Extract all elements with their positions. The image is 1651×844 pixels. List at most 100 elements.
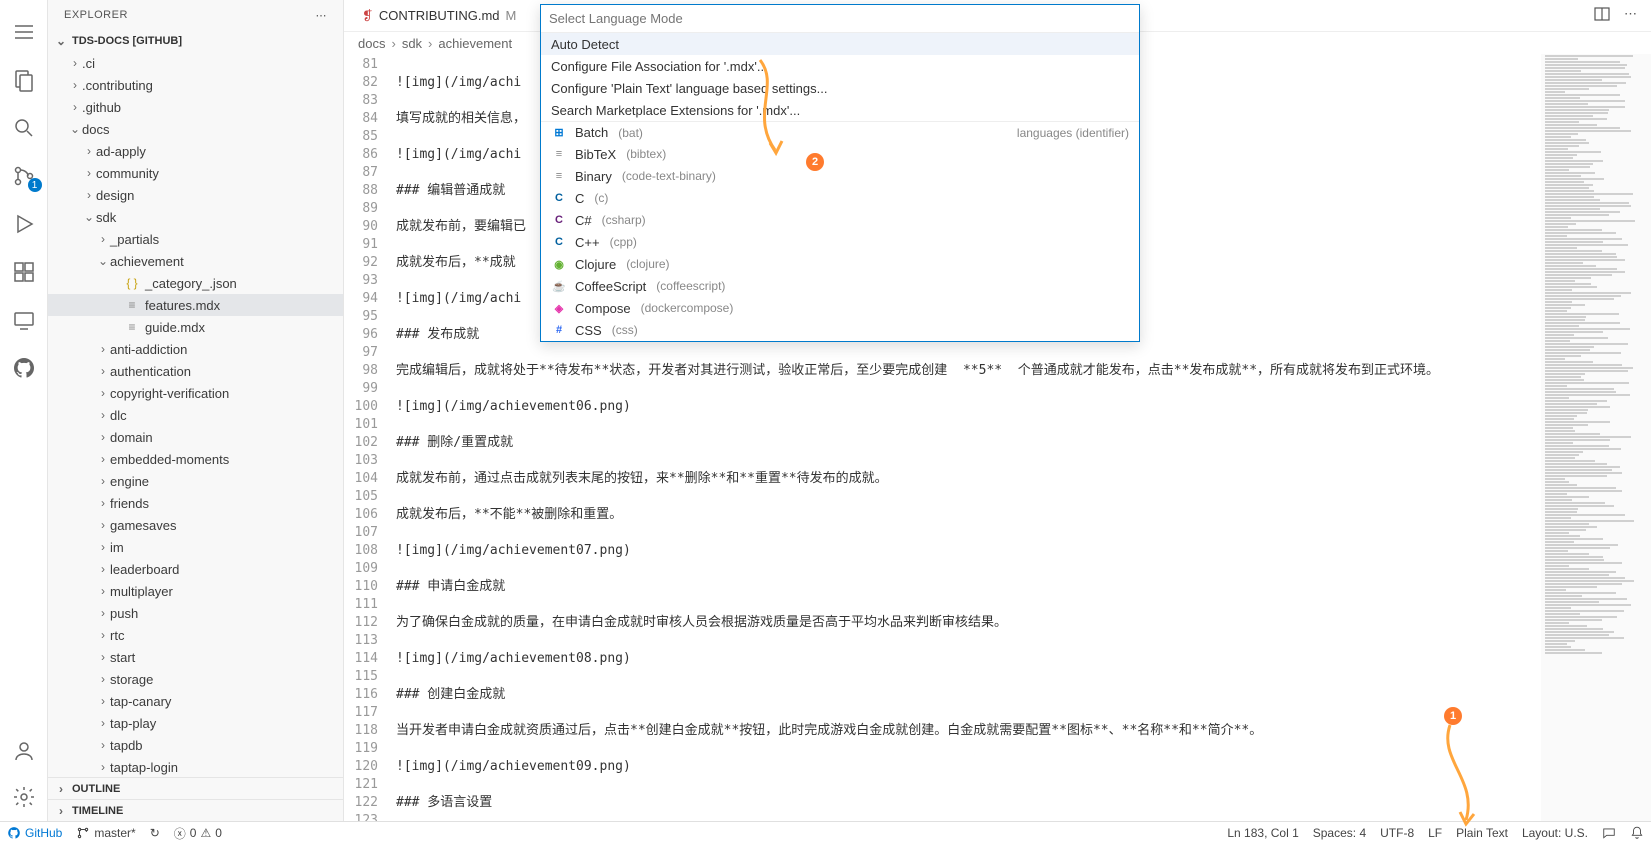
language-item[interactable]: ≡Binary(code-text-binary) [541,165,1139,187]
tree-item-label: friends [110,496,149,511]
folder-item[interactable]: ›.github [48,96,343,118]
file-item[interactable]: ≡guide.mdx [48,316,343,338]
folder-item[interactable]: ›ad-apply [48,140,343,162]
language-icon: ≡ [551,168,567,184]
tree-item-label: design [96,188,134,203]
search-icon[interactable] [10,114,38,142]
sb-indentation[interactable]: Spaces: 4 [1306,826,1373,840]
folder-item[interactable]: ›domain [48,426,343,448]
folder-item[interactable]: ›start [48,646,343,668]
language-icon: C [551,190,567,206]
folder-item[interactable]: ›leaderboard [48,558,343,580]
language-icon: ◈ [551,300,567,316]
chevron-down-icon: ⌄ [68,122,82,136]
language-icon: C [551,212,567,228]
folder-item[interactable]: ›copyright-verification [48,382,343,404]
sb-cursor-position[interactable]: Ln 183, Col 1 [1220,826,1305,840]
sb-branch[interactable]: master* [69,822,142,844]
folder-item[interactable]: ⌄sdk [48,206,343,228]
run-debug-icon[interactable] [10,210,38,238]
sb-bell-icon[interactable] [1623,826,1651,840]
tree-item-label: engine [110,474,149,489]
folder-item[interactable]: ›embedded-moments [48,448,343,470]
folder-item[interactable]: ›taptap-login [48,756,343,777]
sidebar-more-icon[interactable]: ⋯ [316,9,328,22]
folder-item[interactable]: ›anti-addiction [48,338,343,360]
language-item[interactable]: ◉Clojure(clojure) [541,253,1139,275]
folder-item[interactable]: ›engine [48,470,343,492]
folder-item[interactable]: ›rtc [48,624,343,646]
folder-item[interactable]: ›im [48,536,343,558]
file-icon: { } [124,275,140,291]
folder-item[interactable]: ›tapdb [48,734,343,756]
menu-icon[interactable] [10,18,38,46]
folder-item[interactable]: ›dlc [48,404,343,426]
folder-item[interactable]: ⌄docs [48,118,343,140]
folder-item[interactable]: ›authentication [48,360,343,382]
sb-problems[interactable]: ⓧ0 ⚠0 [167,822,229,844]
language-action-item[interactable]: Auto Detect [541,33,1139,55]
language-item[interactable]: CC#(csharp) [541,209,1139,231]
source-control-icon[interactable]: 1 [10,162,38,190]
sb-keyboard-layout[interactable]: Layout: U.S. [1515,826,1595,840]
explorer-icon[interactable] [10,66,38,94]
sidebar: EXPLORER ⋯ ⌄ TDS-DOCS [GITHUB] ›.ci›.con… [48,0,344,821]
language-item[interactable]: ⊞Batch(bat)languages (identifier) [541,121,1139,143]
language-item[interactable]: CC++(cpp) [541,231,1139,253]
chevron-right-icon: › [82,166,96,180]
tree-item-label: .contributing [82,78,153,93]
language-action-item[interactable]: Configure File Association for '.mdx'... [541,55,1139,77]
folder-item[interactable]: ›.contributing [48,74,343,96]
folder-item[interactable]: ⌄achievement [48,250,343,272]
file-item[interactable]: { }_category_.json [48,272,343,294]
folder-item[interactable]: ›gamesaves [48,514,343,536]
tab-contributing[interactable]: ❡ CONTRIBUTING.md M [352,0,526,31]
project-header[interactable]: ⌄ TDS-DOCS [GITHUB] [48,30,343,52]
ribbon-icon: ❡ [362,8,373,24]
folder-item[interactable]: ›tap-canary [48,690,343,712]
sb-encoding[interactable]: UTF-8 [1373,826,1421,840]
chevron-right-icon: › [68,100,82,114]
language-list: Auto DetectConfigure File Association fo… [541,32,1139,341]
language-item[interactable]: ◈Compose(dockercompose) [541,297,1139,319]
remote-icon[interactable] [10,306,38,334]
language-action-item[interactable]: Configure 'Plain Text' language based se… [541,77,1139,99]
account-icon[interactable] [10,737,38,765]
settings-gear-icon[interactable] [10,783,38,811]
timeline-header[interactable]: › TIMELINE [48,799,343,821]
folder-item[interactable]: ›.ci [48,52,343,74]
split-editor-icon[interactable] [1594,6,1610,25]
annotation-1: 1 [1444,707,1462,725]
error-icon: ⓧ [174,825,186,842]
chevron-right-icon: › [68,56,82,70]
chevron-right-icon: › [96,760,110,774]
language-search-input[interactable] [541,5,1139,32]
tree-item-label: multiplayer [110,584,173,599]
language-action-item[interactable]: Search Marketplace Extensions for '.mdx'… [541,99,1139,121]
language-item[interactable]: ☕CoffeeScript(coffeescript) [541,275,1139,297]
folder-item[interactable]: ›multiplayer [48,580,343,602]
minimap[interactable] [1541,54,1651,821]
language-icon: ⊞ [551,125,567,141]
sb-feedback-icon[interactable] [1595,826,1623,840]
folder-item[interactable]: ›friends [48,492,343,514]
language-icon: ◉ [551,256,567,272]
file-item[interactable]: ≡features.mdx [48,294,343,316]
language-item[interactable]: ≡BibTeX(bibtex) [541,143,1139,165]
folder-item[interactable]: ›storage [48,668,343,690]
extensions-icon[interactable] [10,258,38,286]
language-icon: # [551,322,567,338]
folder-item[interactable]: ›push [48,602,343,624]
language-item[interactable]: CC(c) [541,187,1139,209]
chevron-right-icon: › [96,364,110,378]
editor-more-icon[interactable]: ⋯ [1624,6,1637,25]
folder-item[interactable]: ›community [48,162,343,184]
folder-item[interactable]: ›_partials [48,228,343,250]
sb-sync[interactable]: ↻ [143,822,167,844]
language-item[interactable]: #CSS(css) [541,319,1139,341]
outline-header[interactable]: › OUTLINE [48,777,343,799]
folder-item[interactable]: ›design [48,184,343,206]
github-icon[interactable] [10,354,38,382]
folder-item[interactable]: ›tap-play [48,712,343,734]
sb-github[interactable]: GitHub [0,822,69,844]
